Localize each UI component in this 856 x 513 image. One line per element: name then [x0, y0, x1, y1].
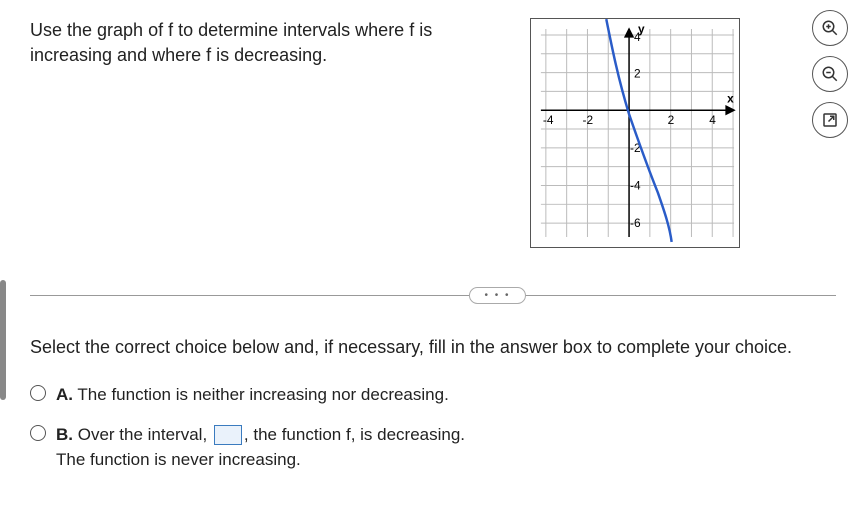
y-tick: 4	[634, 30, 641, 44]
question-row: Use the graph of f to determine interval…	[30, 18, 836, 253]
answer-box-b[interactable]	[214, 425, 242, 445]
instruction-text: Select the correct choice below and, if …	[30, 337, 836, 358]
choice-b-line2: The function is never increasing.	[56, 450, 301, 469]
x-tick: -2	[583, 113, 594, 127]
y-tick: 2	[634, 67, 641, 81]
x-tick: 2	[668, 113, 675, 127]
function-graph: y x -4 -2 2 4 4 2 -2 -4 -6	[530, 18, 740, 248]
curve-f	[606, 19, 671, 242]
content-area: Use the graph of f to determine interval…	[0, 0, 856, 505]
zoom-in-icon	[821, 19, 839, 37]
graph-toolbar	[812, 10, 848, 138]
divider-line	[30, 295, 836, 296]
choice-b-after: , the function f, is decreasing.	[244, 425, 465, 444]
divider: • • •	[30, 283, 836, 307]
choice-b[interactable]: B. Over the interval, , the function f, …	[30, 422, 836, 473]
y-tick: -6	[630, 216, 641, 230]
zoom-in-button[interactable]	[812, 10, 848, 46]
choice-a-letter: A.	[56, 385, 73, 404]
zoom-out-button[interactable]	[812, 56, 848, 92]
graph-area: y x -4 -2 2 4 4 2 -2 -4 -6	[530, 18, 750, 253]
radio-a[interactable]	[30, 385, 46, 401]
choices: A. The function is neither increasing no…	[30, 382, 836, 473]
x-tick: -4	[543, 113, 554, 127]
choice-a[interactable]: A. The function is neither increasing no…	[30, 382, 836, 408]
x-tick: 4	[709, 113, 716, 127]
radio-b[interactable]	[30, 425, 46, 441]
expand-button[interactable]: • • •	[469, 287, 525, 304]
x-axis-label: x	[727, 91, 734, 105]
popout-button[interactable]	[812, 102, 848, 138]
question-text: Use the graph of f to determine interval…	[30, 18, 510, 68]
choice-b-before: Over the interval,	[78, 425, 212, 444]
choice-a-text: The function is neither increasing nor d…	[77, 385, 448, 404]
choice-b-letter: B.	[56, 425, 73, 444]
zoom-out-icon	[821, 65, 839, 83]
popout-icon	[821, 111, 839, 129]
y-tick: -4	[630, 178, 641, 192]
